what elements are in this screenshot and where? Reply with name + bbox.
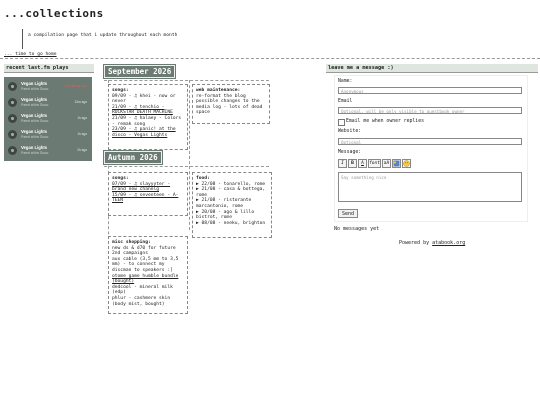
album-art-icon (8, 98, 17, 107)
track-name: Vegan Lights (21, 113, 48, 118)
list-item[interactable]: otome game humble bundle (bought) (112, 274, 184, 285)
size-button[interactable]: aA (382, 159, 391, 168)
misc-shopping-card: misc shopping: new ds & d70 for future 2… (108, 236, 188, 314)
lastfm-track[interactable]: Vegan Lights Parrot at the Disco Scrobbl… (7, 80, 91, 94)
notify-checkbox[interactable] (338, 119, 345, 126)
name-label: Name: (338, 79, 353, 84)
email-input[interactable]: Optional, will be only visible to guestb… (338, 107, 522, 114)
album-art-icon (8, 130, 17, 139)
name-input[interactable]: Anonymous (338, 87, 522, 94)
track-name: Vegan Lights (21, 97, 48, 102)
track-name: Vegan Lights (21, 145, 48, 150)
track-album: Parrot at the Disco (21, 119, 49, 123)
lastfm-header: recent last.fm plays (4, 64, 94, 73)
september-songs-card: songs: 09/09 - ♫ khei - now or never 21/… (108, 84, 188, 150)
list-item[interactable]: 07/09 - ♫ slayyyter - brand new chanelg (112, 182, 184, 193)
list-item: 09/09 - ♫ khei - now or never (112, 93, 176, 105)
divider (0, 58, 540, 59)
list-item[interactable]: 21/09 - ♫ tenchio - ROCKSTAR DEATH MACHI… (112, 105, 184, 116)
web-maintenance-card: web maintenance: re-format the blog poss… (192, 84, 270, 124)
guestbook-form: Name: Anonymous Email Optional, will be … (334, 75, 528, 222)
list-item: phlur - cashmere skin (body mist, bought… (112, 295, 171, 307)
track-album: Parrot at the Disco (21, 103, 49, 107)
bold-button[interactable]: B (348, 159, 357, 168)
album-art-icon (8, 114, 17, 123)
autumn-songs-card: songs: 07/09 - ♫ slayyyter - brand new c… (108, 172, 188, 216)
track-time: 1h ago (77, 116, 87, 120)
food-card: food: ▶ 22/08 - tonarello, rome ▶ 21/08 … (192, 172, 272, 238)
smiley-icon (403, 160, 410, 167)
message-textarea[interactable]: Say something nice (338, 172, 522, 202)
lastfm-track[interactable]: Vegan Lights Parrot at the Disco 1h ago (7, 112, 91, 126)
track-album: Parrot at the Disco (21, 151, 49, 155)
page-title: ...collections (4, 7, 104, 20)
page-subtitle: a compilation page that i update through… (22, 29, 177, 49)
divider (189, 80, 190, 230)
color-button[interactable]: A (358, 159, 367, 168)
list-item: ▶ 21/08 - casa & bottega, rome (196, 187, 266, 198)
lastfm-track[interactable]: Vegan Lights Parrot at the Disco 1h ago (7, 128, 91, 142)
website-input[interactable]: Optional (338, 138, 522, 145)
image-button[interactable] (392, 159, 401, 168)
notify-label: Email me when owner replies (346, 119, 424, 124)
month-header-autumn: Autumn 2026 (103, 150, 163, 165)
month-header-september: September 2026 (102, 64, 177, 79)
track-name: Vegan Lights (21, 81, 48, 86)
guestbook-header: leave me a message :) (326, 64, 538, 73)
lastfm-track[interactable]: Vegan Lights Parrot at the Disco 2h ago (7, 144, 91, 158)
track-time: 1h ago (77, 132, 87, 136)
list-item: aux cable (3,5 mm to 3,5 mm) - to connec… (112, 256, 179, 273)
track-time: Scrobbling now (65, 84, 87, 88)
track-time: 31m ago (74, 100, 87, 104)
emoji-button[interactable] (402, 159, 411, 168)
send-button[interactable]: Send (338, 209, 358, 218)
powered-by-prefix: Powered by (399, 240, 433, 246)
font-button[interactable]: font (368, 159, 381, 168)
list-item: dedcool - mineral milk (edp) (112, 284, 173, 296)
list-item: new ds & d70 for future 2nd campaigns (112, 245, 176, 257)
italic-button[interactable]: I (338, 159, 347, 168)
image-icon (393, 160, 400, 167)
list-item[interactable]: 15/09 - ♫ seventeen - A-TEEN (112, 193, 184, 204)
track-album: Parrot at the Disco (21, 135, 49, 139)
powered-by-link[interactable]: atabook.org (432, 240, 465, 246)
track-album: Parrot at the Disco (21, 87, 49, 91)
divider (104, 166, 269, 167)
album-art-icon (8, 146, 17, 155)
email-label: Email (338, 99, 353, 104)
track-name: Vegan Lights (21, 129, 48, 134)
no-messages-text: No messages yet (334, 226, 380, 232)
album-art-icon (8, 82, 17, 91)
list-item: 21/09 - ♫ halaey - Colors - remak song (112, 115, 182, 127)
track-time: 2h ago (77, 148, 87, 152)
home-link[interactable]: ... time to go home (4, 52, 57, 57)
lastfm-widget: Vegan Lights Parrot at the Disco Scrobbl… (4, 77, 92, 161)
list-item[interactable]: 23/09 - ♫ panic! at the disco - Vegas Li… (112, 127, 184, 138)
list-item: possible changes to the media log - lots… (196, 99, 263, 116)
list-item: ▶ 08/08 - neeku, brighton (196, 220, 266, 226)
divider (104, 80, 269, 81)
website-label: Website: (338, 129, 362, 134)
list-item: ▶ 21/08 - ristorante marcantonio, rome (196, 198, 252, 209)
message-label: Message: (338, 150, 362, 155)
powered-by: Powered by atabook.org (399, 240, 465, 246)
lastfm-track[interactable]: Vegan Lights Parrot at the Disco 31m ago (7, 96, 91, 110)
list-item: ▶ 20/08 - ago & lillo bistrot, rome (196, 209, 255, 221)
